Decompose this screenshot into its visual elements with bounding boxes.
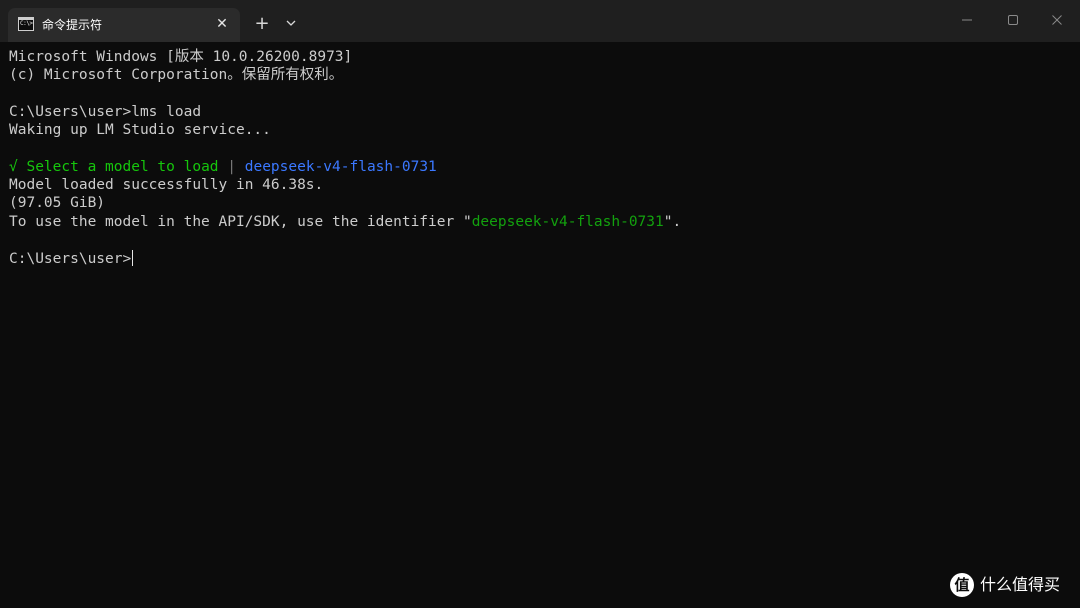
model-identifier: deepseek-v4-flash-0731 [471,214,664,230]
minimize-icon [962,19,972,21]
copyright-line: (c) Microsoft Corporation。保留所有权利。 [9,67,344,83]
waking-line: Waking up LM Studio service... [9,122,271,138]
check-icon: √ [9,159,18,175]
version-line: Microsoft Windows [版本 10.0.26200.8973] [9,49,353,65]
identifier-line: To use the model in the API/SDK, use the… [9,213,681,231]
identifier-prefix: To use the model in the API/SDK, use the… [9,214,472,230]
terminal-output[interactable]: Microsoft Windows [版本 10.0.26200.8973] (… [0,42,1080,608]
watermark-logo-icon: 值 [950,573,974,597]
command-text: lms load [131,104,202,120]
selected-model: deepseek-v4-flash-0731 [244,159,437,175]
tab-command-prompt[interactable]: C:\> 命令提示符 ✕ [8,8,240,42]
close-icon [1052,15,1062,25]
maximize-button[interactable] [990,0,1036,40]
title-bar: C:\> 命令提示符 ✕ + [0,0,1080,42]
watermark: 值 什么值得买 [950,572,1074,598]
command-line: C:\Users\user>lms load [9,103,201,121]
size-line: (97.05 GiB) [9,195,106,211]
tab-dropdown-button[interactable] [280,12,302,34]
terminal-icon: C:\> [18,17,34,31]
watermark-text: 什么值得买 [980,575,1061,594]
terminal-window: C:\> 命令提示符 ✕ + Microsoft Windows [版本 10.… [0,0,1080,608]
close-window-button[interactable] [1034,0,1080,40]
close-icon: ✕ [216,16,228,32]
new-tab-button[interactable]: + [250,12,274,34]
chevron-down-icon [286,20,296,26]
select-model-line: √ Select a model to load | deepseek-v4-f… [9,158,437,176]
watermark-badge-text: 值 [954,576,970,594]
select-label: Select a model to load [26,159,219,175]
tab-icon-prompt: C:\> [20,20,33,27]
close-tab-button[interactable]: ✕ [212,14,232,34]
minimize-button[interactable] [944,0,990,40]
separator: | [227,159,236,175]
current-prompt-line: C:\Users\user> [9,250,134,268]
text-cursor [132,250,134,266]
plus-icon: + [254,12,270,34]
prompt: C:\Users\user> [9,251,132,267]
tab-title: 命令提示符 [42,18,103,32]
loaded-line: Model loaded successfully in 46.38s. [9,177,324,193]
maximize-icon [1008,15,1018,25]
prompt: C:\Users\user> [9,104,132,120]
identifier-suffix: ". [663,214,682,230]
